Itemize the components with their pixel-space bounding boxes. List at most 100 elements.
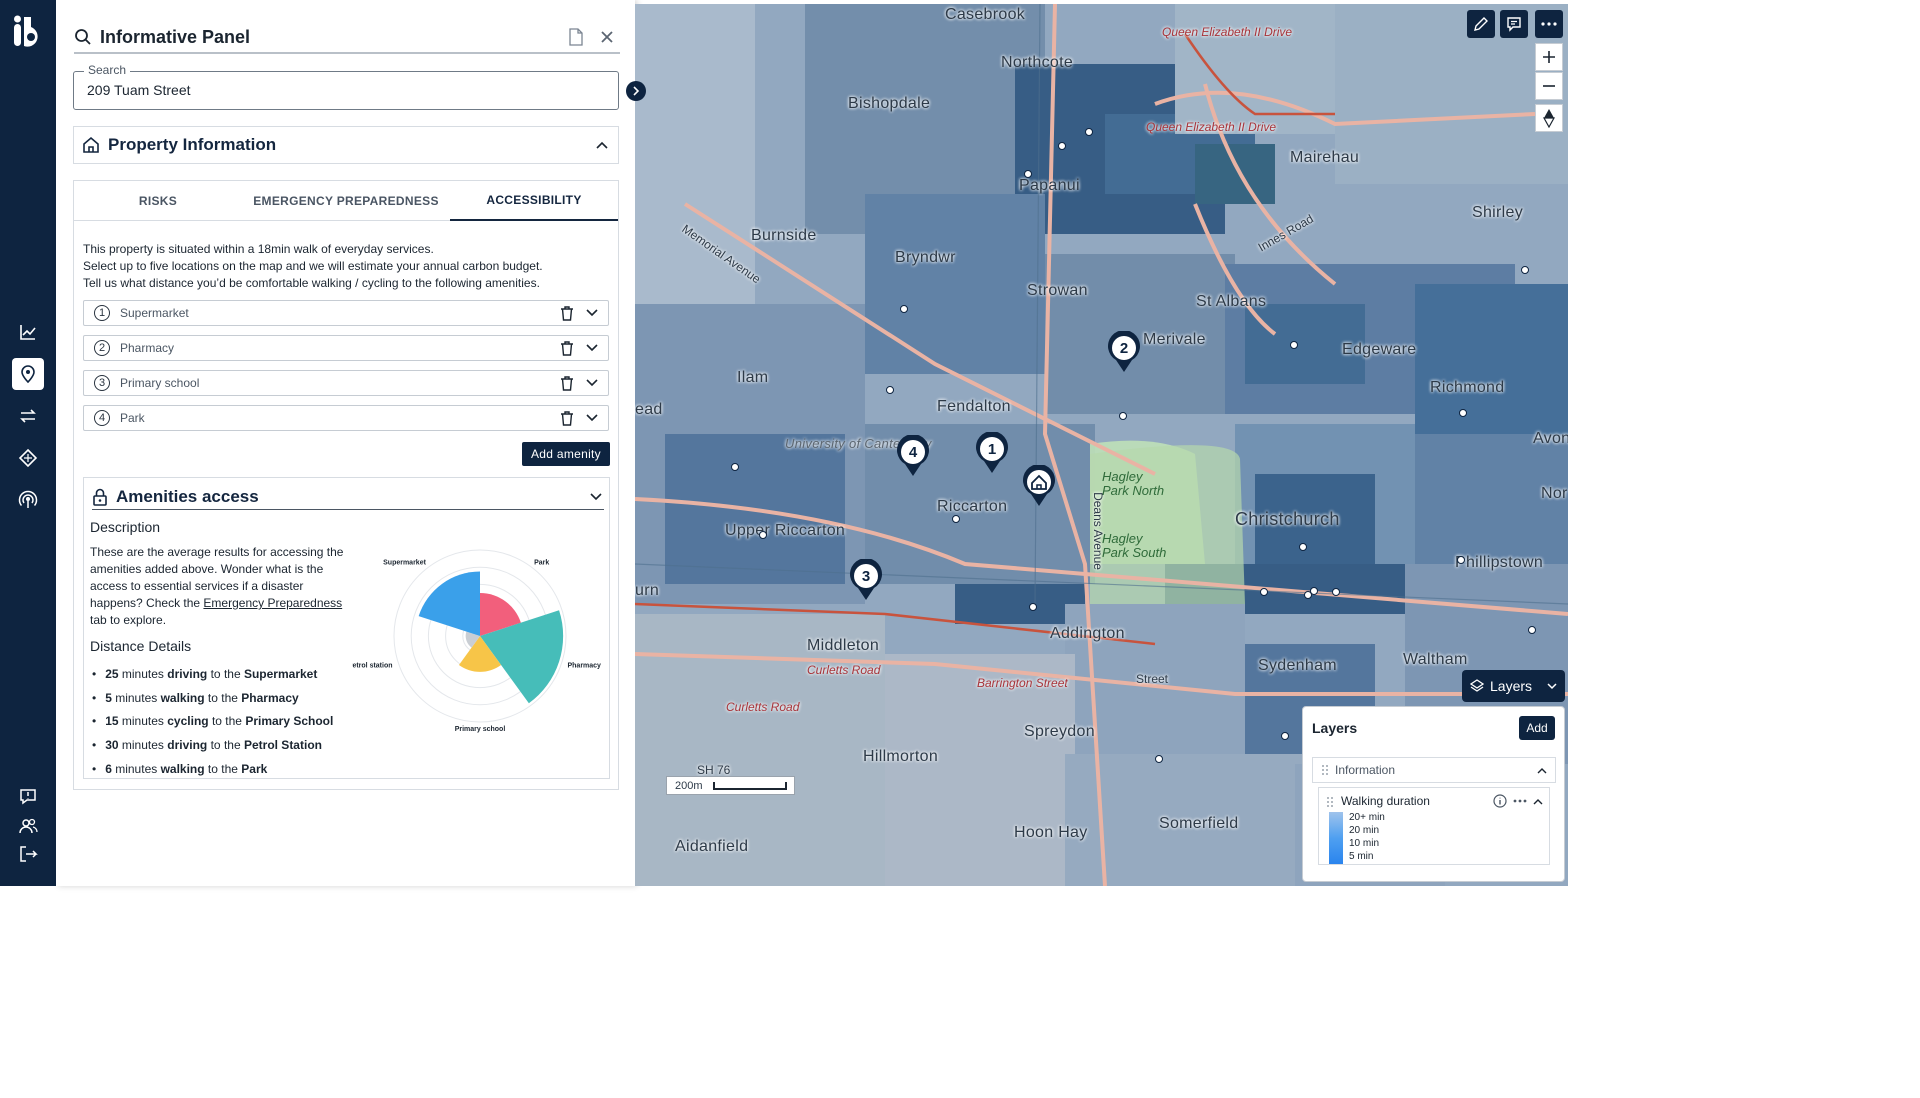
layers-panel: Layers Add Information Walking duration … [1302,706,1565,882]
amenity-dot[interactable] [1290,341,1298,349]
chevron-down-icon[interactable] [586,344,598,352]
legend-label: 10 min [1349,838,1380,849]
search-field[interactable]: Search [73,63,619,110]
edit-tool-button[interactable] [1467,10,1495,38]
chevron-up-icon[interactable] [596,141,608,149]
chevron-down-icon[interactable] [586,309,598,317]
comment-tool-button[interactable] [1500,10,1528,38]
property-information-section[interactable]: Property Information [73,126,619,164]
chart-icon[interactable] [12,316,44,348]
pin-3-marker[interactable]: 3 [849,559,883,601]
distance-item: 25 minutes driving to the Supermarket [92,662,333,686]
amenity-row-pharmacy[interactable]: 2 Pharmacy [83,335,609,361]
document-icon[interactable] [568,28,584,46]
amenity-dot[interactable] [1459,409,1467,417]
trash-icon[interactable] [560,340,574,356]
amenity-dot[interactable] [1332,588,1340,596]
polar-slice-supermarket [418,571,480,636]
transfer-icon[interactable] [12,400,44,432]
pin-number: 1 [988,441,996,458]
map-label: Spreydon [1024,723,1095,740]
compass-button[interactable] [1535,104,1563,132]
panel-header: Informative Panel [74,22,620,54]
amenity-dot[interactable] [1528,626,1536,634]
description-heading: Description [90,519,161,535]
amenity-dot[interactable] [886,386,894,394]
amenity-dot[interactable] [1155,755,1163,763]
close-icon[interactable] [600,30,614,44]
layer-walking-duration: Walking duration 20+ min 20 min 10 min 5… [1318,787,1550,865]
amenity-dot[interactable] [759,531,767,539]
map-label: Strowan [1027,282,1088,299]
layer-group-information[interactable]: Information [1312,757,1556,783]
zoom-out-button[interactable] [1535,72,1563,100]
info-icon[interactable] [1493,794,1507,808]
amenity-dot[interactable] [731,463,739,471]
ellipsis-icon[interactable] [1513,799,1527,803]
chevron-down-icon[interactable] [586,379,598,387]
collapse-panel-button[interactable] [626,81,646,101]
tab-accessibility[interactable]: ACCESSIBILITY [450,181,618,221]
map-label: Mairehau [1290,149,1360,166]
intro-line: This property is situated within a 18min… [83,242,434,256]
pin-1-marker[interactable]: 1 [975,432,1009,474]
amenity-dot[interactable] [1024,170,1032,178]
chevron-up-icon[interactable] [1537,767,1547,774]
layer-group-name: Information [1335,763,1396,777]
amenity-dot[interactable] [1299,543,1307,551]
polar-category-label: Primary school [455,726,506,733]
amenity-dot[interactable] [900,305,908,313]
tab-risks[interactable]: RISKS [74,181,242,221]
add-layer-button[interactable]: Add [1519,716,1555,740]
pin-2-marker[interactable]: 2 [1107,331,1141,373]
amenity-dot[interactable] [1310,587,1318,595]
trash-icon[interactable] [560,305,574,321]
property-information-title: Property Information [108,135,277,154]
chevron-down-icon[interactable] [590,492,602,501]
amenity-dot[interactable] [1281,732,1289,740]
drag-handle-icon[interactable] [1326,796,1334,808]
amenities-access-section: Amenities access Description These are t… [83,477,610,779]
home-icon [83,136,99,153]
amenity-dot[interactable] [1521,266,1529,274]
app-logo[interactable] [10,14,46,50]
diamond-icon[interactable] [12,442,44,474]
intro-line: Tell us what distance you’d be comfortab… [83,276,540,290]
amenity-dot[interactable] [1085,128,1093,136]
amenities-access-header[interactable]: Amenities access [92,484,604,510]
emergency-preparedness-link[interactable]: Emergency Preparedness [203,596,342,610]
pin-4-marker[interactable]: 4 [896,435,930,477]
more-options-button[interactable] [1535,10,1563,38]
amenity-dot[interactable] [1457,556,1465,564]
property-home-marker[interactable] [1022,465,1056,507]
broadcast-icon[interactable] [12,484,44,516]
amenity-row-primary-school[interactable]: 3 Primary school [83,370,609,396]
zoom-in-button[interactable] [1535,43,1563,71]
amenity-dot[interactable] [952,515,960,523]
layers-toggle-button[interactable]: Layers [1462,670,1565,702]
amenity-row-park[interactable]: 4 Park [83,405,609,431]
tab-emergency-preparedness[interactable]: EMERGENCY PREPAREDNESS [242,181,450,221]
map-label: Richmond [1430,379,1505,396]
trash-icon[interactable] [560,410,574,426]
amenity-dot[interactable] [1058,142,1066,150]
distance-item: 15 minutes cycling to the Primary School [92,710,333,734]
feedback-icon[interactable] [12,780,44,812]
property-tabs-container: RISKS EMERGENCY PREPAREDNESS ACCESSIBILI… [73,180,619,790]
amenity-dot[interactable] [1260,588,1268,596]
map-pin-icon[interactable] [12,358,44,390]
map-label: Addington [1050,625,1125,642]
drag-handle-icon[interactable] [1321,764,1329,776]
chevron-up-icon[interactable] [1533,798,1543,805]
park-label: Hagley Park North [1102,469,1165,498]
amenity-row-supermarket[interactable]: 1 Supermarket [83,300,609,326]
logout-icon[interactable] [12,838,44,870]
map-label: Phillipstown [1455,554,1544,571]
trash-icon[interactable] [560,375,574,391]
compass-icon [1542,109,1556,128]
amenity-dot[interactable] [1029,603,1037,611]
amenity-dot[interactable] [1119,412,1127,420]
chevron-down-icon[interactable] [586,414,598,422]
add-amenity-button[interactable]: Add amenity [522,442,610,466]
search-input[interactable] [87,82,587,98]
